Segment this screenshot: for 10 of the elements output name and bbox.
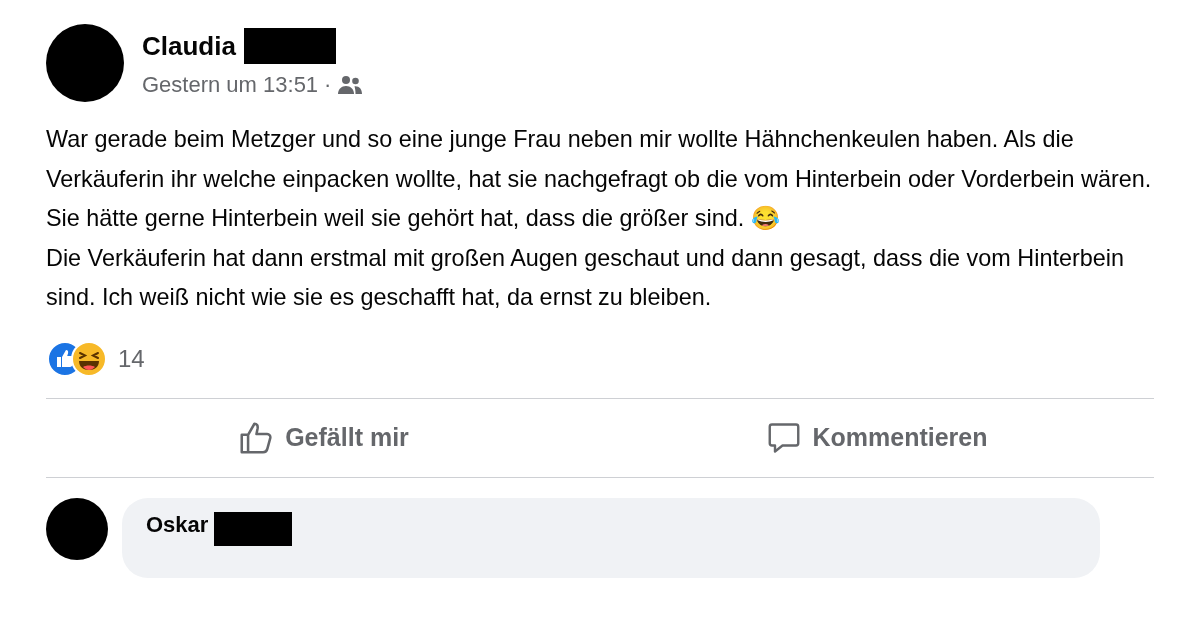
post-text: War gerade beim Metzger und so eine junge Frau neben mir wollte Hähnchenkeulen haben. Als die Verkäuferin ihr welche einpacken wollte, hat sie nachgefragt ob die vom Hinterbein oder Vorderbein wären. Sie hätte gerne Hinterbein weil sie gehört hat, dass die größer sind. 😂	[46, 125, 1153, 233]
friends-icon	[337, 74, 364, 96]
separator-dot: ·	[324, 72, 332, 98]
post-text: Die Verkäuferin hat dann erstmal mit großen Augen geschaut und dann gesagt, dass die vom Hinterbein sind. Ich weiß nicht wie sie es geschafft hat, da ernst zu bleiben.	[46, 243, 1125, 312]
comment-button[interactable]: Kommentieren	[600, 398, 1154, 477]
author-name[interactable]: Claudia	[142, 30, 236, 62]
reaction-count[interactable]: 14	[118, 344, 145, 373]
like-button[interactable]: Gefällt mir	[46, 398, 600, 477]
post-timestamp[interactable]: Gestern um 13:51	[142, 72, 319, 98]
comment-author[interactable]: Oskar	[146, 511, 209, 538]
